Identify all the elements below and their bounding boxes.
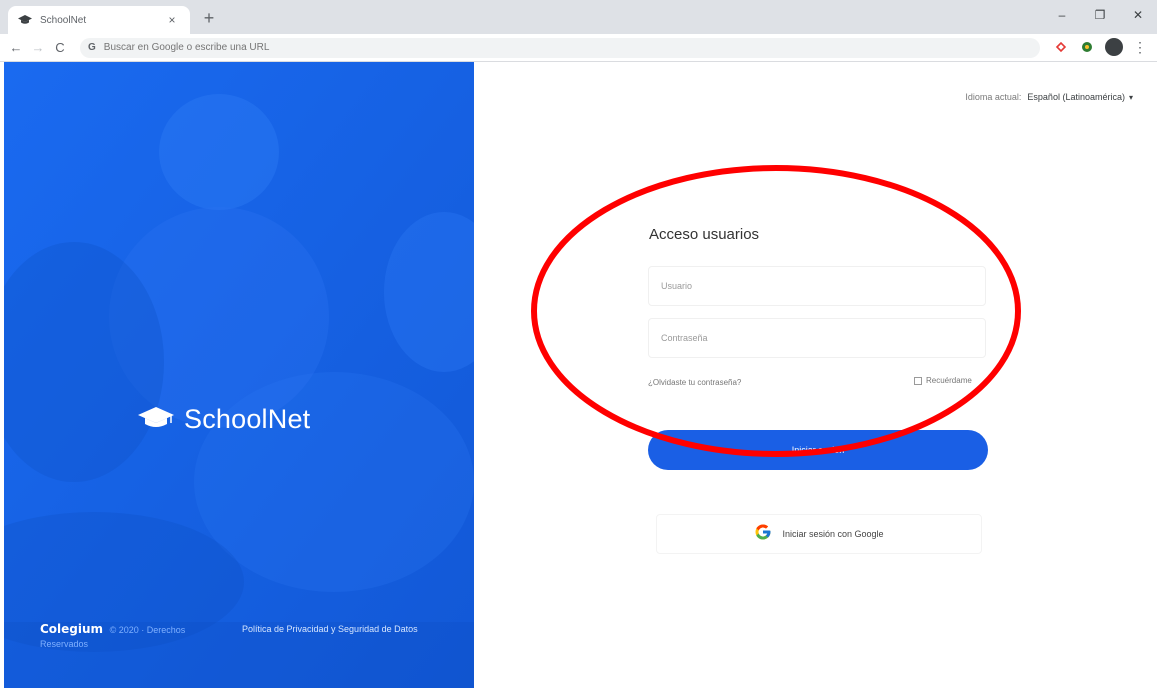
brand-name: SchoolNet [184,404,311,434]
close-window-button[interactable]: ✕ [1119,0,1157,30]
forward-arrow-icon[interactable]: → [28,38,48,58]
tab-close-icon[interactable]: × [164,13,180,27]
brand-logo: SchoolNet [136,404,310,435]
remember-me-checkbox[interactable] [914,376,922,385]
google-signin-button[interactable]: Iniciar sesión con Google [656,514,982,554]
browser-tabstrip: SchoolNet × + – ❐ ✕ [0,0,1157,34]
extension-area: ⋮ [1053,38,1147,56]
tab-title: SchoolNet [40,14,87,26]
new-tab-button[interactable]: + [198,8,220,30]
browser-tab[interactable]: SchoolNet × [8,6,190,34]
google-signin-label: Iniciar sesión con Google [782,529,884,539]
username-field[interactable] [648,266,986,306]
privacy-policy-link[interactable]: Política de Privacidad y Seguridad de Da… [242,622,432,651]
graduation-cap-icon [18,13,32,27]
company-logo: Colegium [40,622,104,636]
username-input[interactable] [661,281,973,291]
hero-footer: Colegium © 2020 · Derechos Reservados Po… [40,622,460,651]
password-input[interactable] [661,333,973,343]
restore-button[interactable]: ❐ [1081,0,1119,30]
browser-menu-icon[interactable]: ⋮ [1133,39,1147,56]
remember-me-label: Recuérdame [926,376,972,385]
password-field[interactable] [648,318,986,358]
extension-red-icon[interactable] [1053,39,1069,55]
browser-toolbar: ← → C G ⋮ [0,34,1157,62]
remember-me[interactable]: Recuérdame [914,376,972,385]
forgot-password-link[interactable]: ¿Olvidaste tu contraseña? [648,378,741,387]
language-value[interactable]: Español (Latinoamérica) [1027,92,1125,102]
language-selector[interactable]: Idioma actual: Español (Latinoamérica) ▾ [965,92,1133,102]
login-title: Acceso usuarios [649,226,760,243]
google-g-icon [754,523,782,546]
graduation-cap-icon [136,405,176,434]
back-arrow-icon[interactable]: ← [6,38,26,58]
login-submit-button[interactable]: Iniciar sesión [648,430,988,470]
copyright-block: Colegium © 2020 · Derechos Reservados [40,622,230,651]
profile-avatar[interactable] [1105,38,1123,56]
google-search-icon: G [88,42,96,53]
minimize-button[interactable]: – [1043,0,1081,30]
red-annotation-ellipse [531,165,1021,457]
language-label: Idioma actual: [965,92,1022,102]
address-input[interactable] [103,42,1032,53]
address-bar[interactable]: G [80,37,1040,58]
reload-icon[interactable]: C [50,38,70,58]
hero-panel: SchoolNet Colegium © 2020 · Derechos Res… [4,62,474,688]
hero-background-photo [4,62,474,688]
chevron-down-icon[interactable]: ▾ [1129,93,1133,102]
window-controls: – ❐ ✕ [1043,0,1157,34]
extension-green-icon[interactable] [1079,39,1095,55]
